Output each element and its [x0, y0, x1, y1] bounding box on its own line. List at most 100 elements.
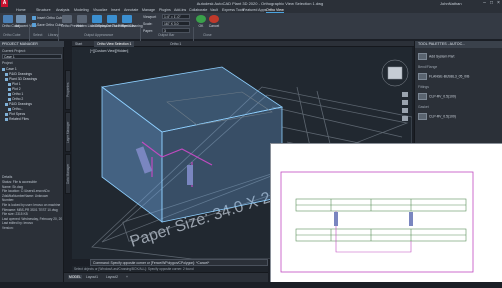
save-icon — [32, 23, 36, 28]
orthographic-inset — [270, 143, 502, 282]
pixel-cleaning-icon — [122, 15, 132, 23]
folder-icon — [5, 117, 8, 121]
folder-icon — [5, 102, 8, 106]
structure-frame — [295, 198, 467, 242]
tool-section: Fittings — [418, 85, 429, 89]
navigation-bar[interactable] — [402, 92, 408, 121]
document-tabs: Start Ortho View Selection 1 Ortho 1 — [72, 41, 414, 47]
tab-add-ins[interactable]: Add-ins — [174, 8, 186, 12]
side-tab-properties[interactable]: Properties — [65, 70, 71, 110]
ortho-preview-button[interactable]: Ortho Preview — [61, 15, 82, 28]
cube-icon — [3, 15, 13, 23]
ortho-drawing — [280, 171, 474, 273]
insert-ortho-cube-button[interactable]: Insert Ortho Cube — [32, 16, 64, 21]
tab-featured-apps[interactable]: Featured Apps — [243, 8, 266, 12]
drawing-icon — [8, 107, 11, 111]
drawing-icon — [8, 82, 11, 86]
viewport-label: Viewport — [143, 15, 157, 19]
insert-icon — [32, 16, 36, 21]
ribbon: Ortho Cube Adjacent View Insert Ortho Cu… — [0, 13, 502, 51]
ortho-cube-box[interactable] — [101, 66, 284, 223]
maximize-icon[interactable]: □ — [488, 0, 495, 7]
side-tab-layer-manager[interactable]: Layer Manager — [65, 112, 71, 152]
tab-vault[interactable]: Vault — [210, 8, 218, 12]
scale-label: Scale: — [143, 22, 153, 26]
viewport-controls-label[interactable]: [+][Custom View][Hidden] — [90, 49, 128, 53]
tab-insert[interactable]: Insert — [111, 8, 120, 12]
tab-modeling[interactable]: Modeling — [74, 8, 89, 12]
drawing-icon — [8, 97, 11, 101]
panel-label-select: Select — [33, 33, 43, 37]
fitting-icon — [418, 93, 427, 100]
close-icon[interactable]: × — [495, 0, 502, 7]
layout1-tab[interactable]: Layout1 — [86, 275, 98, 279]
window-title: Autodesk AutoCAD Plant 3D 2020 - Orthogr… — [196, 1, 324, 6]
folder-icon — [2, 67, 5, 71]
tab-plugins[interactable]: Plugins — [159, 8, 171, 12]
current-project-select[interactable]: Case 1 — [2, 54, 62, 59]
adjacent-view-button[interactable]: Adjacent View — [15, 15, 36, 28]
add-remove-cut-plane-button[interactable]: Add/Remove Cut Plane — [91, 15, 126, 28]
tab-visualize[interactable]: Visualize — [93, 8, 107, 12]
viewport-scale-select[interactable]: 1:4" = 1'-0" — [162, 14, 190, 19]
adjacent-view-icon — [15, 15, 26, 23]
panel-label-library: Library — [48, 33, 59, 37]
tool-section: Bend/Flange — [418, 65, 438, 69]
pixel-cleaning-button[interactable]: Pixel Cleaning — [121, 15, 143, 28]
panel-label-ortho-cube: Ortho Cube — [3, 33, 21, 37]
layout2-tab[interactable]: Layout2 — [106, 275, 118, 279]
ortho-cube-button[interactable]: Ortho Cube — [2, 15, 20, 28]
tab-express-tools[interactable]: Express Tools — [222, 8, 244, 12]
ok-button[interactable]: OK — [196, 15, 206, 28]
tool-item[interactable]: FLANGE-BUSBL3_05_0/B — [418, 73, 469, 80]
side-tab-data-manager[interactable]: Data Manager — [65, 154, 71, 194]
model-tab[interactable]: MODEL — [68, 275, 83, 279]
project-label: Project — [2, 61, 13, 65]
flange-icon — [418, 73, 427, 80]
folder-icon — [5, 112, 8, 116]
panel-label-output-appearance: Output Appearance — [84, 33, 114, 37]
project-manager-header: PROJECT MANAGER — [0, 41, 64, 47]
command-line[interactable]: Command: Specify opposite corner or [Fen… — [90, 259, 268, 266]
pipe-route — [335, 211, 412, 253]
scale-input[interactable]: 167 X 3.0 — [162, 21, 190, 26]
folder-icon — [5, 72, 8, 76]
tab-structure[interactable]: Structure — [36, 8, 51, 12]
tab-analysis[interactable]: Analysis — [56, 8, 69, 12]
panel-label-output-bar: Output Bar — [158, 33, 175, 37]
folder-icon — [5, 77, 8, 81]
tab-home[interactable]: Home — [16, 8, 26, 12]
title-bar: A Autodesk AutoCAD Plant 3D 2020 - Ortho… — [0, 0, 502, 7]
panel-label-close: Close — [203, 33, 212, 37]
project-tree: Case 1 P&ID Drawings Plant 3D Drawings P… — [2, 67, 62, 122]
tool-item[interactable]: CLP-RV_0.5(100) — [418, 93, 456, 100]
tab-collaborate[interactable]: Collaborate — [189, 8, 207, 12]
cut-plane-symbols-button[interactable]: Cut Plane Symbols — [106, 15, 135, 28]
viewcube[interactable] — [381, 59, 409, 87]
new-layout-button[interactable]: + — [126, 275, 128, 279]
hidden-line-icon — [77, 15, 87, 23]
app-logo[interactable]: A — [1, 0, 8, 7]
cut-plane-symbols-icon — [107, 15, 117, 23]
tool-item[interactable]: CLP-RV_0.5(100) — [418, 113, 456, 120]
tab-manage[interactable]: Manage — [142, 8, 155, 12]
minimize-icon[interactable]: – — [481, 0, 488, 7]
project-manager-panel: PROJECT MANAGER Current Project: Case 1 … — [0, 41, 64, 282]
cancel-button[interactable]: Cancel — [208, 15, 220, 28]
cancel-icon — [209, 15, 219, 23]
doc-tab-ortho-view-selection[interactable]: Ortho View Selection 1 — [94, 41, 135, 47]
cut-plane-icon — [92, 15, 102, 23]
tab-annotate[interactable]: Annotate — [124, 8, 138, 12]
tool-palette-header: TOOL PALETTES - AUTOC... — [415, 41, 502, 48]
doc-tab-ortho-1[interactable]: Ortho 1 — [167, 41, 184, 47]
doc-tab-start[interactable]: Start — [72, 41, 85, 47]
preview-icon — [62, 15, 72, 23]
tool-item[interactable]: Add System Part — [418, 53, 454, 60]
hidden-line-display-button[interactable]: Hidden Line Display — [76, 15, 106, 28]
drawing-icon — [8, 92, 11, 96]
tree-item[interactable]: Related Files — [2, 117, 62, 122]
user-name[interactable]: JohnNathan — [440, 1, 462, 6]
details-label: Details — [2, 175, 13, 179]
pipe-icon — [418, 53, 427, 60]
paper-label: Paper: — [143, 29, 153, 33]
